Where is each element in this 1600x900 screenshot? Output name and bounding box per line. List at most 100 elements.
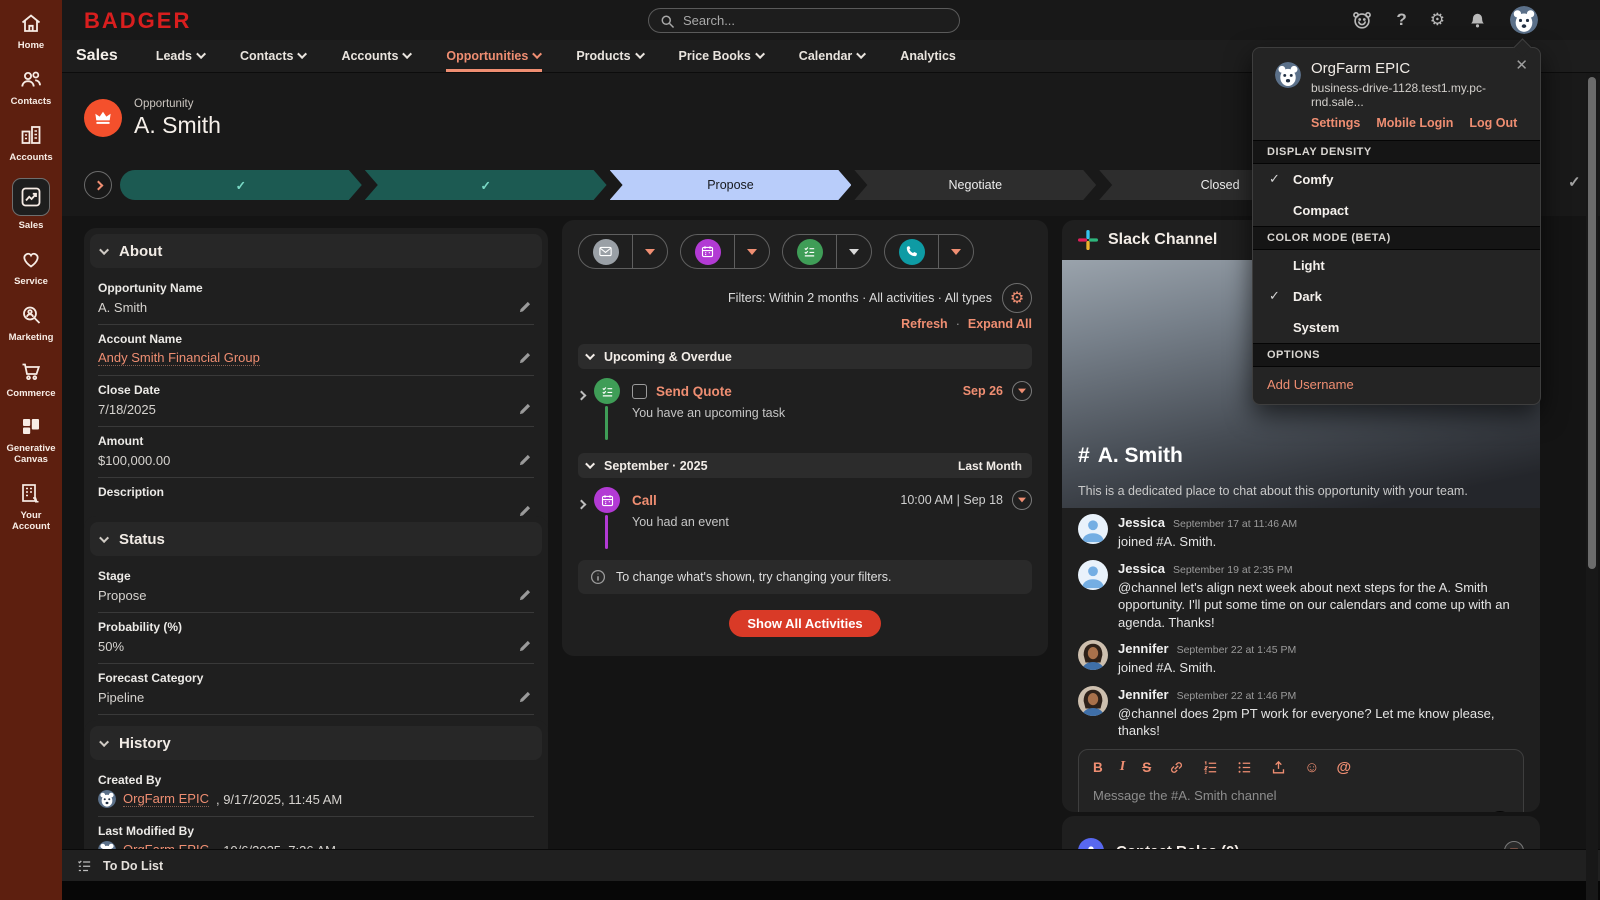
tab-products[interactable]: Products [576, 40, 644, 72]
path-stage-1[interactable]: ✓ [120, 170, 362, 200]
expand-row-icon[interactable] [578, 378, 594, 440]
tab-price-books[interactable]: Price Books [679, 40, 765, 72]
path-stage-2[interactable]: ✓ [365, 170, 607, 200]
settings-link[interactable]: Settings [1311, 116, 1360, 130]
sidebar-item-your-account[interactable]: Your Account [0, 470, 62, 537]
italic-icon[interactable]: I [1120, 759, 1125, 775]
timeline-item-call: Call 10:00 AM | Sep 18 You had an event [578, 487, 1032, 549]
timeline-section-september[interactable]: September · 2025 Last Month [578, 453, 1032, 478]
search-input[interactable] [683, 13, 949, 28]
task-dropdown-button[interactable] [836, 235, 871, 268]
new-event-button[interactable] [681, 235, 734, 268]
upload-icon[interactable] [1270, 759, 1287, 776]
help-icon[interactable]: ? [1396, 10, 1406, 30]
jennifer-avatar[interactable] [1078, 640, 1108, 670]
close-icon[interactable]: ✕ [1515, 56, 1528, 74]
account-link[interactable]: Andy Smith Financial Group [98, 350, 260, 366]
bold-icon[interactable]: B [1093, 760, 1103, 775]
sales-chart-icon [12, 178, 50, 216]
timeline-section-upcoming[interactable]: Upcoming & Overdue [578, 344, 1032, 369]
ordered-list-icon[interactable] [1202, 759, 1219, 776]
user-avatar[interactable] [1510, 6, 1538, 34]
email-dropdown-button[interactable] [632, 235, 667, 268]
link-icon[interactable] [1168, 759, 1185, 776]
created-by-link[interactable]: OrgFarm EPIC [123, 791, 209, 807]
slack-logo-icon [1078, 230, 1098, 250]
triangle-down-icon [1018, 498, 1026, 503]
email-button[interactable] [579, 235, 632, 268]
log-out-link[interactable]: Log Out [1469, 116, 1517, 130]
scrollbar-track[interactable] [1586, 73, 1598, 900]
tab-accounts[interactable]: Accounts [341, 40, 412, 72]
mark-stage-complete-icon[interactable]: ✓ [1568, 173, 1581, 191]
chevron-down-icon [755, 49, 765, 59]
agentforce-icon[interactable] [1351, 9, 1373, 31]
menu-item-compact[interactable]: ✓ Compact [1253, 195, 1540, 226]
edit-icon[interactable] [518, 639, 532, 653]
edit-icon[interactable] [518, 453, 532, 467]
jessica-avatar[interactable] [1078, 560, 1108, 590]
strikethrough-icon[interactable]: S [1142, 760, 1151, 775]
tab-opportunities[interactable]: Opportunities [446, 40, 542, 72]
edit-icon[interactable] [518, 402, 532, 416]
path-stage-propose[interactable]: Propose [610, 170, 852, 200]
sidebar-item-sales[interactable]: Sales [0, 168, 62, 236]
edit-icon[interactable] [518, 300, 532, 314]
edit-icon[interactable] [518, 588, 532, 602]
chevron-down-icon [99, 533, 109, 543]
global-search[interactable] [648, 8, 960, 33]
sidebar-item-generative-canvas[interactable]: Generative Canvas [0, 403, 62, 470]
log-call-button[interactable] [885, 235, 938, 268]
menu-item-light[interactable]: ✓ Light [1253, 250, 1540, 281]
timeline-info-banner: To change what's shown, try changing you… [578, 560, 1032, 594]
menu-item-add-username[interactable]: Add Username [1253, 367, 1540, 404]
path-stage-negotiate[interactable]: Negotiate [854, 170, 1096, 200]
event-title-link[interactable]: Call [632, 493, 657, 508]
filters-summary[interactable]: Filters: Within 2 months · All activitie… [728, 291, 992, 305]
tab-calendar[interactable]: Calendar [799, 40, 867, 72]
app-name: Sales [76, 47, 118, 65]
sidebar-item-service[interactable]: Service [0, 236, 62, 292]
jennifer-avatar[interactable] [1078, 686, 1108, 716]
sidebar-item-contacts[interactable]: Contacts [0, 56, 62, 112]
refresh-link[interactable]: Refresh [901, 317, 948, 331]
filter-gear-icon[interactable]: ⚙ [1002, 283, 1032, 313]
slack-message-input[interactable] [1079, 780, 1523, 812]
mention-icon[interactable]: @ [1337, 759, 1352, 776]
tab-analytics[interactable]: Analytics [900, 40, 956, 72]
notifications-bell-icon[interactable] [1468, 11, 1487, 30]
status-header[interactable]: Status [90, 522, 542, 556]
todo-list-bar[interactable]: To Do List [62, 849, 1600, 881]
tab-contacts[interactable]: Contacts [240, 40, 307, 72]
jessica-avatar[interactable] [1078, 514, 1108, 544]
mobile-login-link[interactable]: Mobile Login [1376, 116, 1453, 130]
sidebar-item-marketing[interactable]: Marketing [0, 292, 62, 348]
menu-item-comfy[interactable]: ✓ Comfy [1253, 164, 1540, 195]
show-all-activities-button[interactable]: Show All Activities [729, 610, 880, 637]
call-dropdown-button[interactable] [938, 235, 973, 268]
expand-all-link[interactable]: Expand All [968, 317, 1032, 331]
row-actions-button[interactable] [1012, 490, 1032, 510]
row-actions-button[interactable] [1012, 381, 1032, 401]
sidebar-item-home[interactable]: Home [0, 0, 62, 56]
path-scroll-left-button[interactable] [84, 171, 112, 199]
edit-icon[interactable] [518, 351, 532, 365]
color-mode-header: COLOR MODE (BETA) [1253, 226, 1540, 250]
menu-item-dark[interactable]: ✓ Dark [1253, 281, 1540, 312]
tab-leads[interactable]: Leads [156, 40, 206, 72]
event-dropdown-button[interactable] [734, 235, 769, 268]
emoji-icon[interactable]: ☺ [1304, 759, 1319, 776]
edit-icon[interactable] [518, 690, 532, 704]
expand-row-icon[interactable] [578, 487, 594, 549]
bullet-list-icon[interactable] [1236, 759, 1253, 776]
new-task-button[interactable] [783, 235, 836, 268]
sidebar-item-accounts[interactable]: Accounts [0, 112, 62, 168]
task-title-link[interactable]: Send Quote [656, 384, 732, 399]
menu-item-system[interactable]: ✓ System [1253, 312, 1540, 343]
about-header[interactable]: About [90, 234, 542, 268]
task-checkbox[interactable] [632, 384, 647, 399]
history-header[interactable]: History [90, 726, 542, 760]
scrollbar-thumb[interactable] [1588, 77, 1596, 569]
setup-gear-icon[interactable]: ⚙ [1430, 10, 1445, 30]
sidebar-item-commerce[interactable]: Commerce [0, 348, 62, 404]
